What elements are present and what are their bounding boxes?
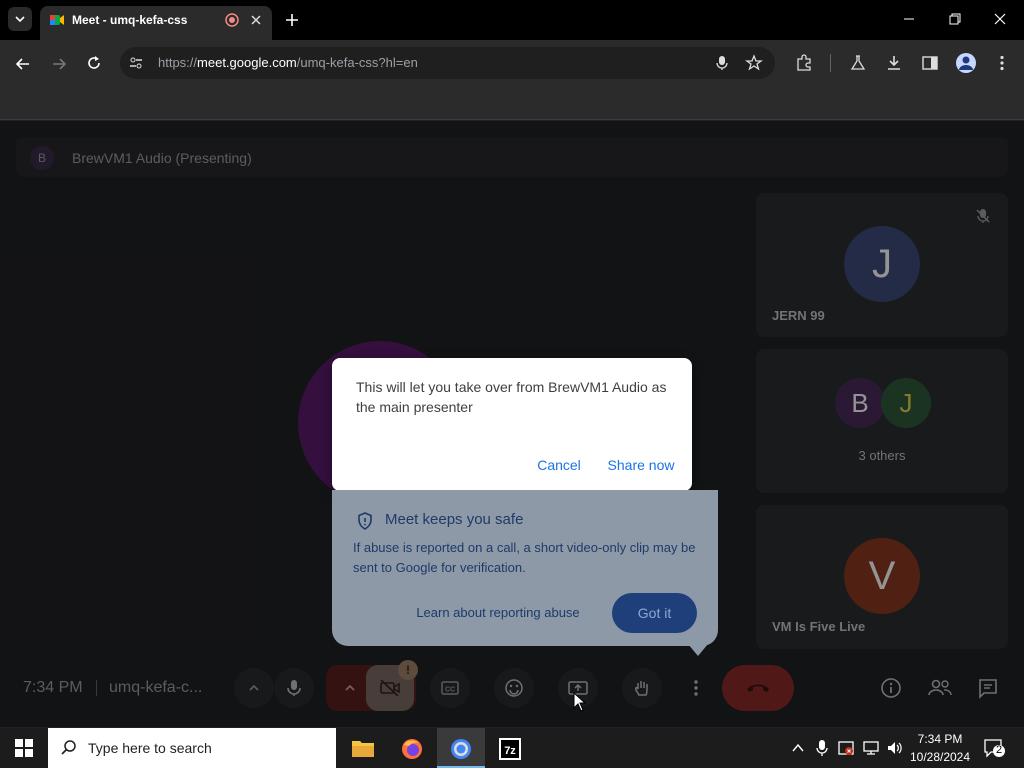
meet-favicon-icon bbox=[49, 12, 65, 28]
reload-icon bbox=[88, 56, 100, 69]
close-icon bbox=[994, 13, 1006, 25]
svg-text:7z: 7z bbox=[504, 745, 516, 757]
url-text: https://meet.google.com/umq-kefa-css?hl=… bbox=[158, 55, 418, 70]
mic-permission-icon[interactable] bbox=[714, 55, 730, 71]
side-panel-icon[interactable] bbox=[921, 54, 939, 72]
7zip-icon[interactable]: 7z bbox=[498, 737, 522, 761]
new-tab-button[interactable] bbox=[282, 10, 302, 30]
taskbar-clock-time[interactable]: 7:34 PM bbox=[912, 732, 968, 746]
window-minimize-button[interactable] bbox=[902, 12, 916, 26]
chrome-menu-icon[interactable] bbox=[993, 54, 1011, 72]
plus-icon bbox=[286, 14, 298, 26]
bookmark-star-icon[interactable] bbox=[745, 54, 763, 72]
share-now-button[interactable]: Share now bbox=[600, 453, 682, 477]
tab-search-button[interactable] bbox=[8, 7, 32, 31]
volume-icon[interactable] bbox=[886, 739, 904, 757]
reload-button[interactable] bbox=[85, 54, 103, 72]
firefox-icon[interactable] bbox=[400, 737, 424, 761]
shield-icon bbox=[355, 511, 375, 531]
popup-pointer bbox=[688, 644, 708, 656]
file-explorer-icon[interactable] bbox=[351, 738, 375, 758]
security-tray-icon[interactable] bbox=[837, 739, 855, 757]
taskbar-clock-date[interactable]: 10/28/2024 bbox=[906, 750, 974, 764]
labs-flask-icon[interactable] bbox=[849, 54, 867, 72]
tab-close-icon[interactable] bbox=[249, 13, 263, 27]
arrow-right-icon bbox=[53, 58, 67, 70]
learn-more-link[interactable]: Learn about reporting abuse bbox=[398, 600, 598, 626]
microphone-tray-icon[interactable] bbox=[815, 739, 829, 757]
notification-count-badge: 2 bbox=[995, 744, 1003, 756]
mouse-cursor-icon bbox=[573, 692, 587, 712]
extensions-icon[interactable] bbox=[795, 54, 813, 72]
chevron-up-icon[interactable] bbox=[791, 741, 805, 755]
bookmarks-area bbox=[0, 88, 1024, 120]
window-close-button[interactable] bbox=[993, 12, 1007, 26]
cancel-button[interactable]: Cancel bbox=[528, 453, 590, 477]
popup-body: If abuse is reported on a call, a short … bbox=[353, 540, 696, 575]
downloads-icon[interactable] bbox=[885, 54, 903, 72]
popup-title: Meet keeps you safe bbox=[385, 511, 524, 528]
profile-avatar-icon[interactable] bbox=[955, 52, 977, 74]
got-it-button[interactable]: Got it bbox=[612, 593, 697, 633]
network-icon[interactable] bbox=[862, 739, 880, 757]
forward-button[interactable] bbox=[50, 55, 68, 73]
arrow-left-icon bbox=[15, 58, 29, 70]
recording-icon bbox=[224, 12, 240, 28]
search-placeholder: Type here to search bbox=[88, 740, 212, 756]
dialog-message: This will let you take over from BrewVM1… bbox=[356, 379, 667, 415]
windows-start-icon[interactable] bbox=[15, 739, 33, 757]
chevron-down-icon bbox=[15, 16, 25, 23]
chrome-icon bbox=[449, 737, 473, 761]
back-button[interactable] bbox=[14, 55, 32, 73]
minimize-icon bbox=[904, 18, 914, 20]
toolbar-divider bbox=[830, 54, 831, 72]
window-restore-button[interactable] bbox=[948, 12, 962, 26]
site-info-icon[interactable] bbox=[128, 55, 144, 71]
restore-icon bbox=[949, 13, 961, 25]
tab-title: Meet - umq-kefa-css bbox=[72, 13, 188, 27]
search-icon bbox=[60, 739, 78, 757]
